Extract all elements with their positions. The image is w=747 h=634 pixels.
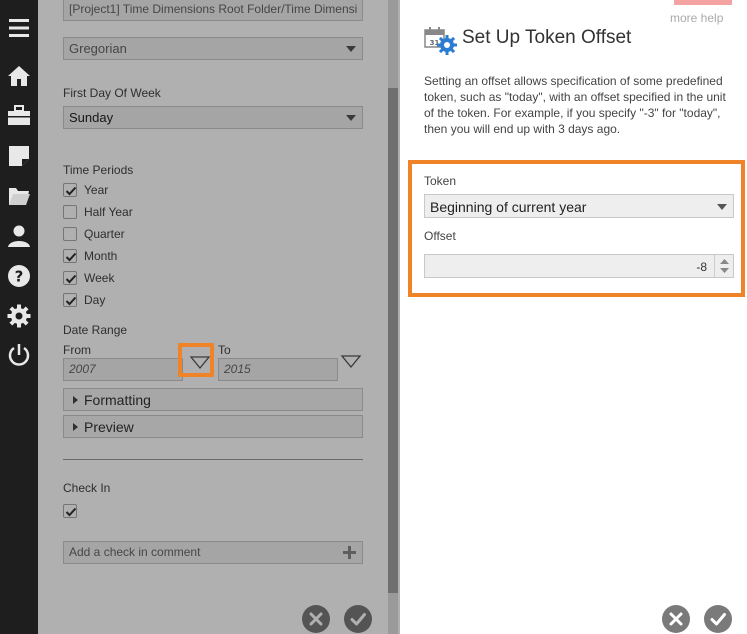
token-offset-panel: more help 31 Set Up Token Offset Setting… [400, 0, 747, 634]
home-icon[interactable] [7, 64, 31, 88]
check-icon [65, 186, 77, 196]
menu-icon[interactable] [7, 16, 31, 40]
time-periods-label: Time Periods [63, 163, 134, 177]
chevron-down-icon [717, 204, 727, 210]
folder-icon[interactable] [7, 184, 31, 208]
formatting-section-label: Formatting [84, 392, 151, 408]
gear-icon[interactable] [7, 304, 31, 328]
offset-input[interactable]: -8 [424, 254, 734, 278]
checkmark-icon [710, 613, 726, 626]
svg-text:?: ? [15, 268, 24, 286]
left-cancel-button[interactable] [302, 605, 330, 633]
date-range-label: Date Range [63, 323, 128, 337]
check-icon [65, 296, 77, 306]
confirm-button[interactable] [704, 605, 732, 633]
more-help-link[interactable]: more help [670, 11, 723, 25]
time-period-label: Year [84, 183, 109, 197]
from-token-highlight [178, 343, 214, 377]
help-icon[interactable]: ? [7, 264, 31, 288]
close-icon [309, 612, 323, 626]
to-date-input[interactable]: 2015 [218, 358, 338, 381]
token-label: Token [424, 174, 457, 188]
offset-stepper[interactable] [714, 255, 733, 277]
time-period-label: Quarter [84, 227, 125, 241]
time-period-label: Week [84, 271, 115, 285]
user-icon[interactable] [7, 224, 31, 248]
time-dimension-settings-panel: [Project1] Time Dimensions Root Folder/T… [38, 0, 400, 634]
to-label: To [218, 343, 231, 357]
nav-rail: ? [0, 0, 38, 634]
offset-label: Offset [424, 229, 456, 243]
close-icon [669, 612, 683, 626]
triangle-down-icon [340, 355, 362, 369]
to-token-dropdown-button[interactable] [339, 352, 363, 372]
caret-right-icon [73, 396, 78, 404]
preview-section-label: Preview [84, 419, 134, 435]
first-day-select[interactable]: Sunday [63, 106, 363, 129]
calendar-select[interactable]: Gregorian [63, 37, 363, 60]
formatting-section-header[interactable]: Formatting [63, 388, 363, 411]
stepper-up-icon[interactable] [720, 259, 729, 264]
caret-right-icon [73, 423, 78, 431]
check-icon [65, 274, 77, 284]
calendar-settings-icon: 31 [424, 26, 458, 56]
check-in-comment-input[interactable]: Add a check in comment [63, 541, 363, 564]
stepper-down-icon[interactable] [720, 268, 729, 273]
from-label: From [63, 343, 91, 357]
time-period-label: Month [84, 249, 118, 263]
left-panel-scrollbar-thumb[interactable] [388, 88, 398, 593]
panel-title: Set Up Token Offset [462, 27, 632, 48]
chevron-down-icon [346, 46, 356, 52]
note-icon[interactable] [7, 144, 31, 168]
first-day-select-value: Sunday [69, 110, 114, 125]
calendar-select-value: Gregorian [69, 41, 127, 56]
check-in-comment-placeholder: Add a check in comment [69, 545, 201, 559]
token-select-value: Beginning of current year [430, 199, 587, 215]
preview-section-header[interactable]: Preview [63, 415, 363, 438]
time-period-label: Half Year [84, 205, 133, 219]
divider [63, 459, 363, 460]
checkmark-icon [350, 613, 366, 626]
from-date-input[interactable]: 2007 [63, 358, 183, 381]
more-help-tab[interactable] [674, 0, 732, 5]
token-select[interactable]: Beginning of current year [424, 194, 734, 218]
folder-path-field[interactable]: [Project1] Time Dimensions Root Folder/T… [63, 0, 363, 21]
check-icon [65, 507, 77, 517]
power-icon[interactable] [7, 343, 31, 367]
cancel-button[interactable] [662, 605, 690, 633]
plus-icon[interactable] [343, 546, 356, 559]
check-in-label: Check In [63, 481, 111, 495]
first-day-label: First Day Of Week [63, 86, 161, 100]
panel-description: Setting an offset allows specification o… [424, 74, 726, 136]
chevron-down-icon [346, 115, 356, 121]
check-icon [65, 252, 77, 262]
left-confirm-button[interactable] [344, 605, 372, 633]
briefcase-icon[interactable] [7, 103, 31, 127]
time-period-label: Day [84, 293, 106, 307]
